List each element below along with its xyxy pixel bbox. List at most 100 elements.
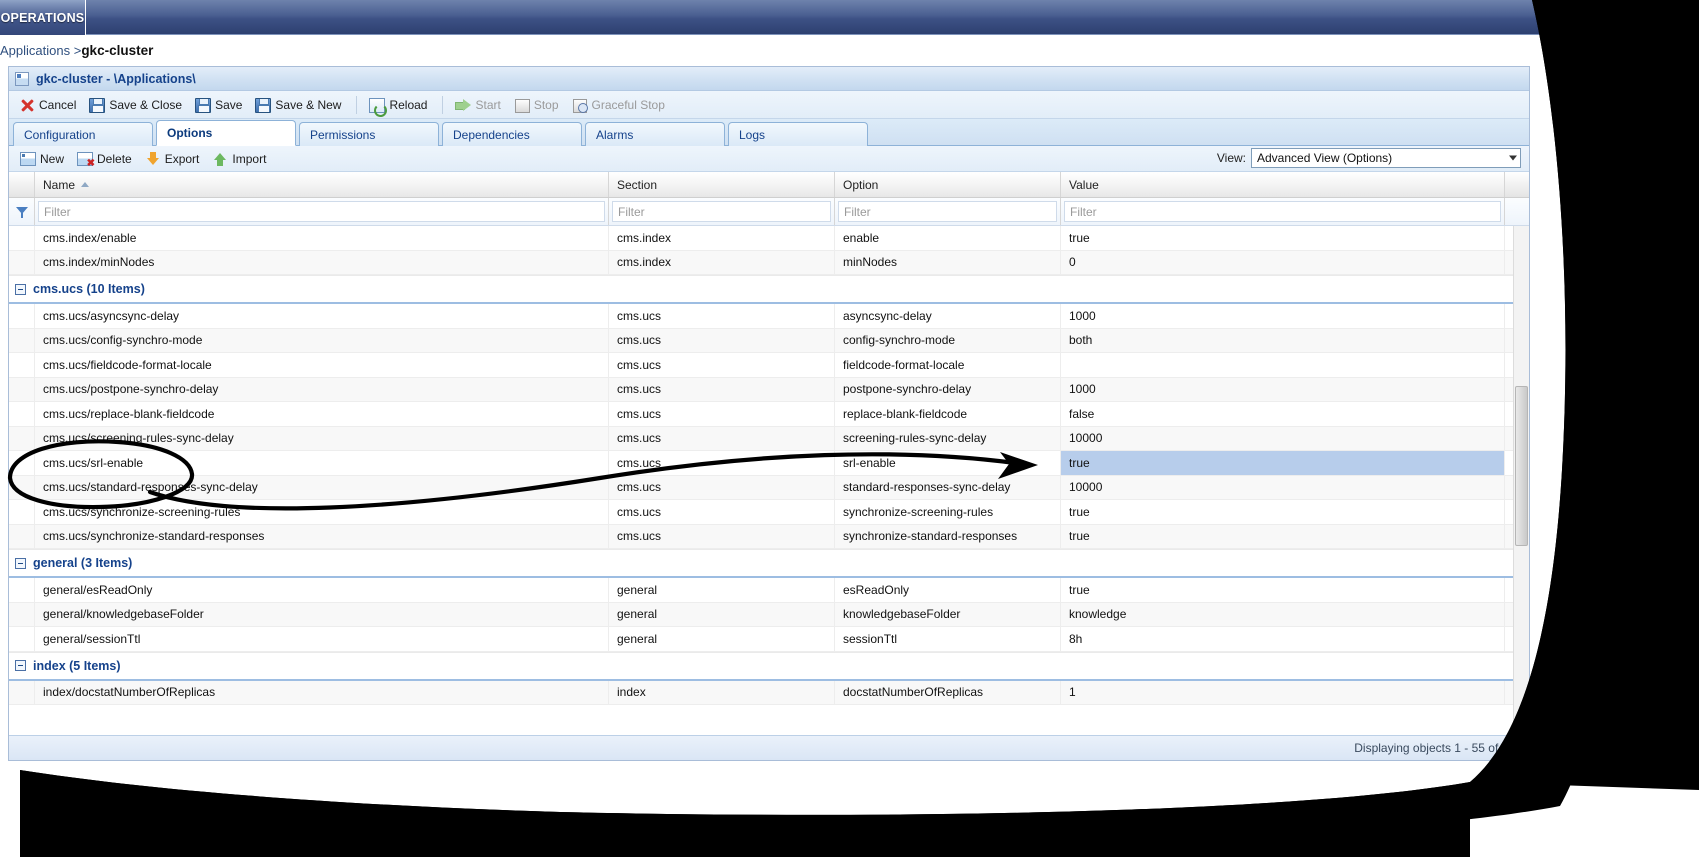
cell-option[interactable]: asyncsync-delay xyxy=(835,304,1061,328)
grid-vertical-scrollbar[interactable] xyxy=(1513,226,1529,737)
delete-button[interactable]: Delete xyxy=(73,148,139,169)
cell-option[interactable]: postpone-synchro-delay xyxy=(835,378,1061,402)
cell-option[interactable]: minNodes xyxy=(835,251,1061,275)
cell-name[interactable]: cms.ucs/postpone-synchro-delay xyxy=(35,378,609,402)
view-select[interactable]: Advanced View (Options) xyxy=(1251,148,1521,168)
collapse-group-icon[interactable] xyxy=(15,284,26,295)
cell-option[interactable]: config-synchro-mode xyxy=(835,329,1061,353)
cell-section[interactable]: cms.index xyxy=(609,226,835,250)
filter-toggle[interactable] xyxy=(9,198,35,225)
tab-options[interactable]: Options xyxy=(156,120,296,146)
cell-option[interactable]: screening-rules-sync-delay xyxy=(835,427,1061,451)
nav-tab-operations[interactable]: OPERATIONS xyxy=(0,0,86,35)
save-and-new-button[interactable]: Save & New xyxy=(251,94,348,116)
save-button[interactable]: Save xyxy=(191,94,249,116)
cell-section[interactable]: index xyxy=(609,681,835,705)
table-row[interactable]: cms.ucs/asyncsync-delaycms.ucsasyncsync-… xyxy=(9,304,1529,329)
cell-section[interactable]: general xyxy=(609,627,835,651)
cell-value[interactable]: both xyxy=(1061,329,1505,353)
cell-value[interactable]: true xyxy=(1061,578,1505,602)
import-button[interactable]: Import xyxy=(208,148,273,170)
table-row[interactable]: cms.ucs/synchronize-standard-responsescm… xyxy=(9,525,1529,550)
cell-option[interactable]: srl-enable xyxy=(835,451,1061,475)
cell-value[interactable]: 1000 xyxy=(1061,304,1505,328)
cell-section[interactable]: cms.ucs xyxy=(609,451,835,475)
cell-name[interactable]: cms.ucs/replace-blank-fieldcode xyxy=(35,402,609,426)
cell-value[interactable]: true xyxy=(1061,525,1505,549)
reload-button[interactable]: Reload xyxy=(365,94,434,116)
column-header-option[interactable]: Option xyxy=(835,172,1061,197)
cell-value[interactable] xyxy=(1061,353,1505,377)
tab-configuration[interactable]: Configuration xyxy=(13,122,153,146)
cell-value[interactable]: 10000 xyxy=(1061,427,1505,451)
cell-section[interactable]: cms.ucs xyxy=(609,427,835,451)
table-row[interactable]: general/sessionTtlgeneralsessionTtl8h xyxy=(9,627,1529,652)
cancel-button[interactable]: Cancel xyxy=(15,94,83,116)
cell-value[interactable]: knowledge xyxy=(1061,603,1505,627)
filter-input-option[interactable] xyxy=(838,201,1057,222)
table-row[interactable]: cms.ucs/screening-rules-sync-delaycms.uc… xyxy=(9,427,1529,452)
table-row[interactable]: cms.ucs/replace-blank-fieldcodecms.ucsre… xyxy=(9,402,1529,427)
cell-name[interactable]: cms.ucs/screening-rules-sync-delay xyxy=(35,427,609,451)
table-row[interactable]: general/knowledgebaseFoldergeneralknowle… xyxy=(9,603,1529,628)
cell-option[interactable]: fieldcode-format-locale xyxy=(835,353,1061,377)
table-row[interactable]: cms.ucs/fieldcode-format-localecms.ucsfi… xyxy=(9,353,1529,378)
new-button[interactable]: New xyxy=(15,148,71,169)
filter-input-section[interactable] xyxy=(612,201,831,222)
cell-name[interactable]: cms.ucs/asyncsync-delay xyxy=(35,304,609,328)
cell-section[interactable]: general xyxy=(609,603,835,627)
cell-name[interactable]: general/esReadOnly xyxy=(35,578,609,602)
table-row[interactable]: cms.index/minNodescms.indexminNodes0 xyxy=(9,251,1529,276)
cell-option[interactable]: sessionTtl xyxy=(835,627,1061,651)
cell-value[interactable]: 0 xyxy=(1061,251,1505,275)
grid-group-header[interactable]: cms.ucs (10 Items) xyxy=(9,275,1529,304)
cell-option[interactable]: esReadOnly xyxy=(835,578,1061,602)
cell-option[interactable]: docstatNumberOfReplicas xyxy=(835,681,1061,705)
column-header-name[interactable]: Name xyxy=(35,172,609,197)
cell-value[interactable]: 10000 xyxy=(1061,476,1505,500)
cell-option[interactable]: standard-responses-sync-delay xyxy=(835,476,1061,500)
tab-logs[interactable]: Logs xyxy=(728,122,868,146)
cell-section[interactable]: cms.ucs xyxy=(609,402,835,426)
export-button[interactable]: Export xyxy=(141,148,207,170)
cell-section[interactable]: cms.ucs xyxy=(609,500,835,524)
tab-permissions[interactable]: Permissions xyxy=(299,122,439,146)
cell-value[interactable]: 1 xyxy=(1061,681,1505,705)
cell-value[interactable]: true xyxy=(1061,451,1505,475)
table-row[interactable]: general/esReadOnlygeneralesReadOnlytrue xyxy=(9,578,1529,603)
cell-section[interactable]: cms.ucs xyxy=(609,378,835,402)
collapse-group-icon[interactable] xyxy=(15,660,26,671)
save-and-close-button[interactable]: Save & Close xyxy=(85,94,189,116)
grid-scroll-thumb[interactable] xyxy=(1515,386,1528,546)
table-row[interactable]: cms.ucs/config-synchro-modecms.ucsconfig… xyxy=(9,329,1529,354)
cell-value[interactable]: true xyxy=(1061,226,1505,250)
cell-section[interactable]: cms.ucs xyxy=(609,329,835,353)
cell-option[interactable]: enable xyxy=(835,226,1061,250)
cell-name[interactable]: general/sessionTtl xyxy=(35,627,609,651)
cell-name[interactable]: index/docstatNumberOfReplicas xyxy=(35,681,609,705)
table-row[interactable]: cms.ucs/srl-enablecms.ucssrl-enabletrue xyxy=(9,451,1529,476)
tab-alarms[interactable]: Alarms xyxy=(585,122,725,146)
column-header-section[interactable]: Section xyxy=(609,172,835,197)
cell-value[interactable]: 1000 xyxy=(1061,378,1505,402)
cell-name[interactable]: general/knowledgebaseFolder xyxy=(35,603,609,627)
filter-input-name[interactable] xyxy=(38,201,605,222)
cell-section[interactable]: cms.ucs xyxy=(609,525,835,549)
grid-group-header[interactable]: index (5 Items) xyxy=(9,652,1529,681)
collapse-group-icon[interactable] xyxy=(15,558,26,569)
cell-option[interactable]: knowledgebaseFolder xyxy=(835,603,1061,627)
table-row[interactable]: index/docstatNumberOfReplicasindexdocsta… xyxy=(9,681,1529,706)
cell-name[interactable]: cms.ucs/config-synchro-mode xyxy=(35,329,609,353)
column-header-value[interactable]: Value xyxy=(1061,172,1505,197)
cell-option[interactable]: synchronize-screening-rules xyxy=(835,500,1061,524)
cell-section[interactable]: general xyxy=(609,578,835,602)
cell-name[interactable]: cms.index/enable xyxy=(35,226,609,250)
table-row[interactable]: cms.ucs/synchronize-screening-rulescms.u… xyxy=(9,500,1529,525)
cell-option[interactable]: synchronize-standard-responses xyxy=(835,525,1061,549)
cell-option[interactable]: replace-blank-fieldcode xyxy=(835,402,1061,426)
cell-name[interactable]: cms.index/minNodes xyxy=(35,251,609,275)
cell-section[interactable]: cms.index xyxy=(609,251,835,275)
cell-name[interactable]: cms.ucs/srl-enable xyxy=(35,451,609,475)
cell-section[interactable]: cms.ucs xyxy=(609,476,835,500)
cell-value[interactable]: true xyxy=(1061,500,1505,524)
